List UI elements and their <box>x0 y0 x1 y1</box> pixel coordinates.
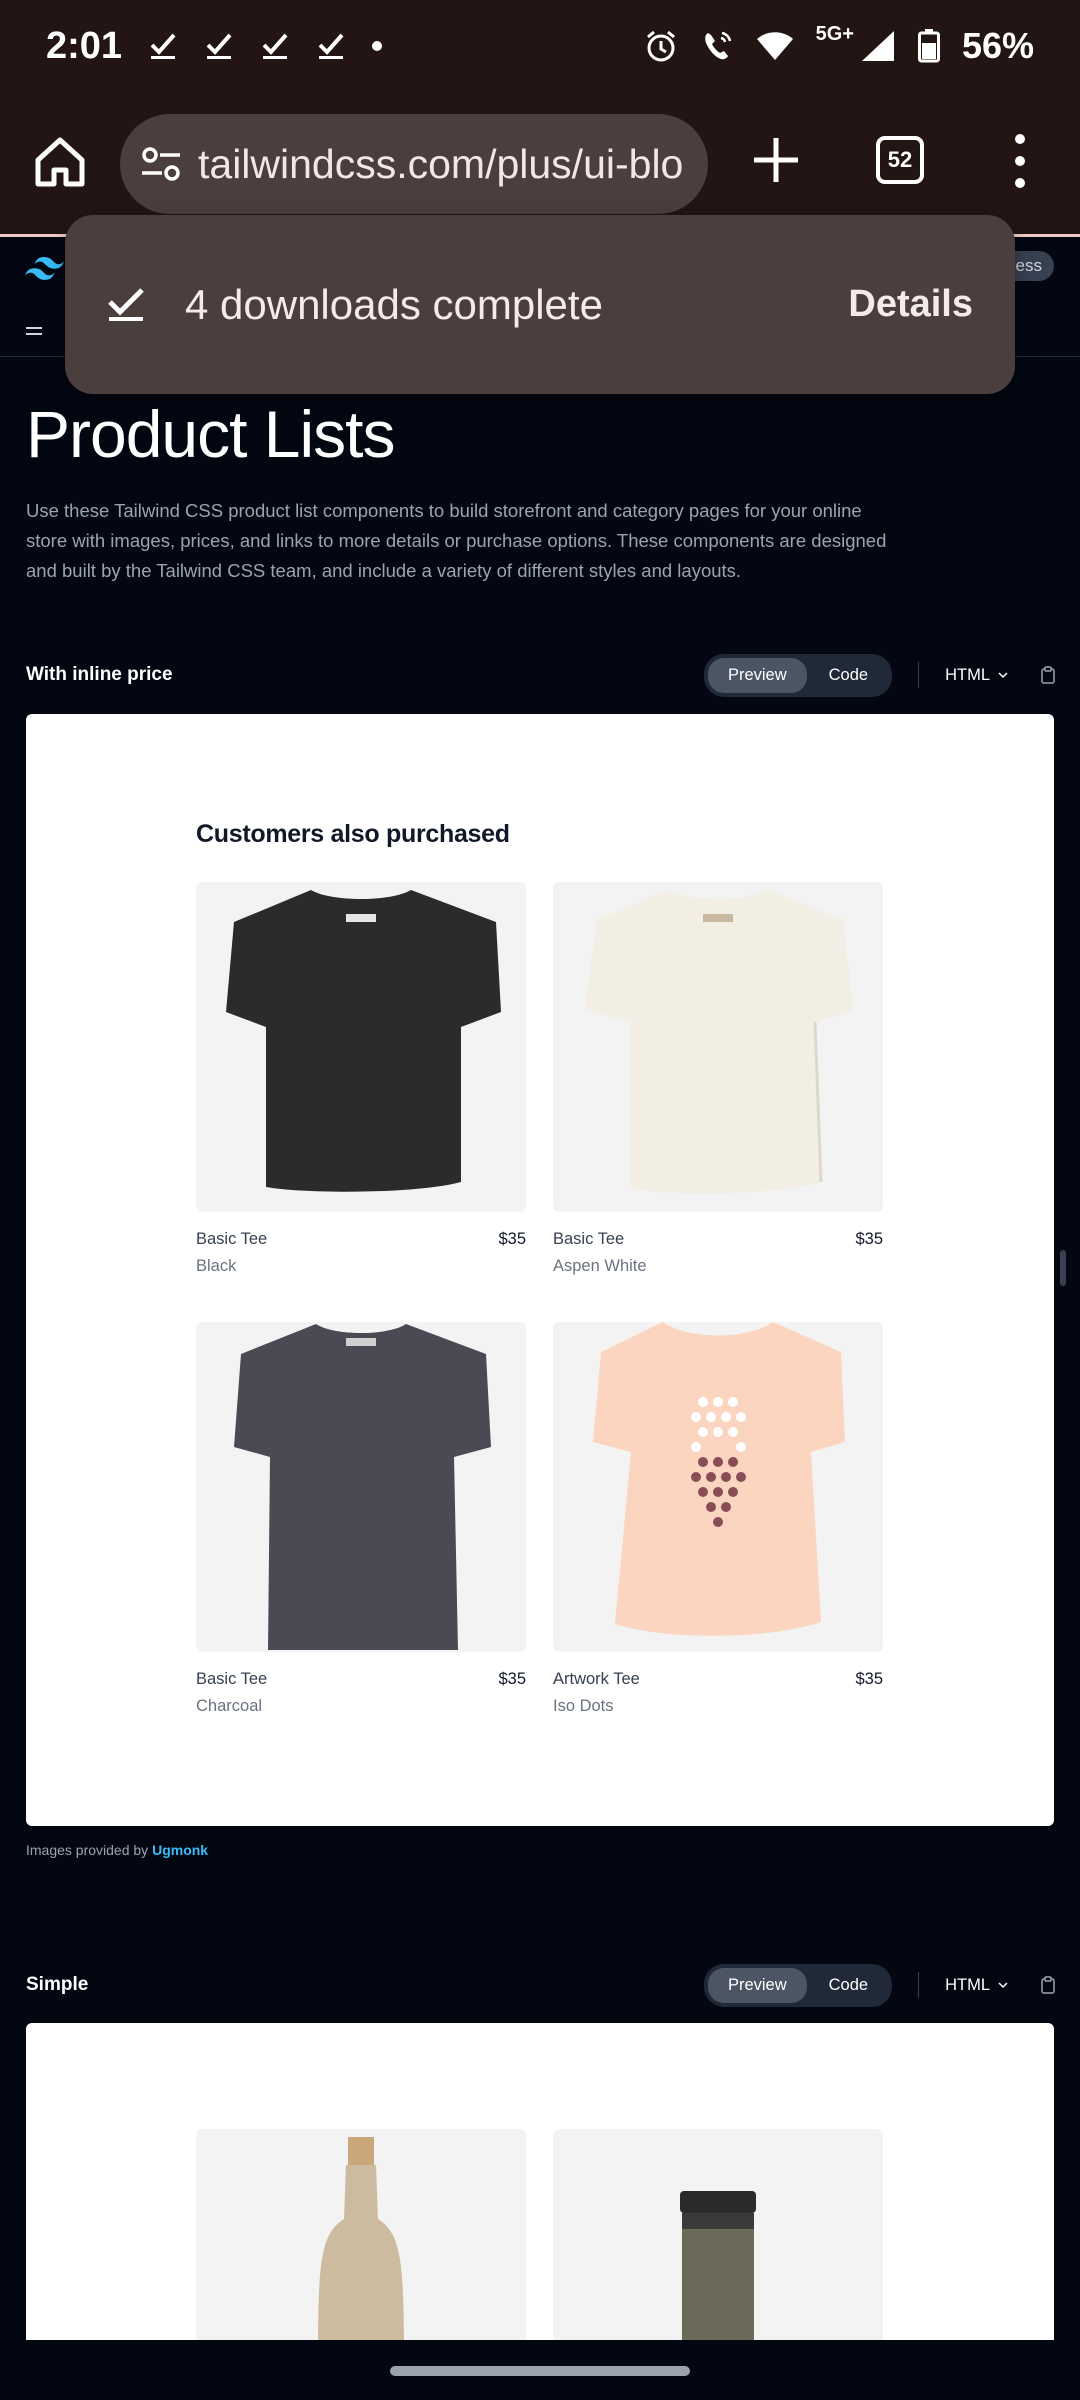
snackbar-details-button[interactable]: Details <box>848 283 973 326</box>
page-intro: Use these Tailwind CSS product list comp… <box>26 500 887 581</box>
wifi-calling-icon <box>704 31 731 60</box>
preview-tab[interactable]: Preview <box>707 1967 807 2003</box>
battery-level: 56% <box>961 25 1034 66</box>
artwork-tee-image <box>593 1322 845 1636</box>
white-tee-image <box>585 890 853 1194</box>
product-image[interactable] <box>196 882 526 1212</box>
language-label: HTML <box>945 665 990 684</box>
home-icon[interactable] <box>30 132 90 192</box>
product-price: $35 <box>498 1230 526 1248</box>
gesture-bar[interactable] <box>390 2366 690 2376</box>
product-image[interactable] <box>553 2129 883 2340</box>
product-image[interactable] <box>196 2129 526 2340</box>
status-left: 2:01 <box>46 24 383 68</box>
status-right: 5G+ 56% <box>644 22 1034 67</box>
product-list-heading: Customers also purchased <box>196 820 510 848</box>
clipboard-icon[interactable] <box>1040 1976 1056 1994</box>
clipboard-icon[interactable] <box>1040 666 1056 684</box>
credit-prefix: Images provided by <box>26 1842 153 1858</box>
product-name[interactable]: Basic Tee <box>196 1670 267 1689</box>
product-card[interactable]: Basic Tee $35 Aspen White <box>553 882 883 1276</box>
product-price: $35 <box>855 1670 883 1688</box>
code-tab[interactable]: Code <box>809 658 888 693</box>
url-text[interactable]: tailwindcss.com/plus/ui-blo <box>198 141 683 188</box>
divider <box>918 662 920 688</box>
code-tab[interactable]: Code <box>809 1968 888 2003</box>
product-image[interactable] <box>553 882 883 1212</box>
product-color: Black <box>196 1257 237 1275</box>
product-row: Basic Tee $35 <box>196 1670 526 1689</box>
product-color: Charcoal <box>196 1697 263 1715</box>
download-check-icon <box>262 33 288 59</box>
charcoal-tee-image <box>234 1324 491 1650</box>
download-complete-icon <box>108 287 144 321</box>
product-card[interactable]: Artwork Tee $35 Iso Dots <box>553 1322 883 1716</box>
tab-count: 52 <box>887 147 913 172</box>
language-select[interactable]: HTML <box>945 666 1008 685</box>
product-row: Basic Tee $35 <box>553 1230 883 1249</box>
snackbar-message: 4 downloads complete <box>185 280 603 328</box>
battery-icon <box>917 29 940 63</box>
chevron-down-icon <box>998 1982 1008 1989</box>
tab-switcher-button[interactable]: 52 <box>876 136 924 184</box>
status-bar: 2:01 5G+ 56% <box>0 0 1080 92</box>
image-credit: Images provided by Ugmonk <box>26 1842 208 1858</box>
download-check-icon <box>318 33 344 59</box>
black-tee-image <box>226 890 501 1192</box>
scrollbar-thumb[interactable] <box>1060 1250 1066 1286</box>
product-price: $35 <box>498 1670 526 1688</box>
section-header: With inline price Preview Code HTML <box>26 653 1056 697</box>
signal-icon <box>861 31 894 61</box>
product-name[interactable]: Basic Tee <box>553 1230 624 1249</box>
product-name[interactable]: Artwork Tee <box>553 1670 640 1689</box>
menu-icon[interactable] <box>26 325 42 337</box>
downloads-snackbar: 4 downloads complete Details <box>65 215 1015 394</box>
download-check-icon <box>206 33 232 59</box>
component-preview <box>26 2023 1054 2340</box>
product-row: Basic Tee $35 <box>196 1230 526 1249</box>
view-toggle: Preview Code <box>703 653 893 697</box>
section-title: With inline price <box>26 664 173 685</box>
page-title: Product Lists <box>26 397 395 471</box>
product-row: Artwork Tee $35 <box>553 1670 883 1689</box>
preview-tab[interactable]: Preview <box>707 657 807 693</box>
site-settings-icon[interactable] <box>138 141 184 187</box>
divider <box>918 1972 920 1998</box>
alarm-icon <box>646 30 675 62</box>
wifi-icon <box>756 32 793 60</box>
product-price: $35 <box>855 1230 883 1248</box>
section-header: Simple Preview Code HTML <box>26 1963 1056 2007</box>
chevron-down-icon <box>998 672 1008 679</box>
product-color: Iso Dots <box>553 1697 614 1715</box>
new-tab-icon[interactable] <box>750 134 802 186</box>
view-toggle: Preview Code <box>703 1963 893 2007</box>
product-image[interactable] <box>196 1322 526 1652</box>
ugmonk-link[interactable]: Ugmonk <box>152 1842 208 1858</box>
product-name[interactable]: Basic Tee <box>196 1230 267 1249</box>
notification-dot-icon <box>372 41 383 51</box>
component-preview: Customers also purchased Basic Tee $35 B… <box>26 714 1054 1826</box>
product-card[interactable]: Basic Tee $35 Charcoal <box>196 1322 526 1716</box>
tumbler-image <box>680 2191 756 2340</box>
product-image[interactable] <box>553 1322 883 1652</box>
language-select[interactable]: HTML <box>945 1976 1008 1995</box>
section-title: Simple <box>26 1974 89 1995</box>
access-badge-label: ess <box>1015 256 1042 275</box>
more-menu-icon[interactable] <box>1010 134 1030 188</box>
language-label: HTML <box>945 1975 990 1994</box>
network-type: 5G+ <box>815 22 854 45</box>
product-card[interactable]: Basic Tee $35 Black <box>196 882 526 1276</box>
product-color: Aspen White <box>553 1257 647 1275</box>
address-bar[interactable]: tailwindcss.com/plus/ui-blo <box>120 114 708 214</box>
tailwind-logo-icon[interactable] <box>24 255 64 281</box>
download-check-icon <box>150 33 176 59</box>
bottle-image <box>318 2137 404 2340</box>
status-time: 2:01 <box>46 24 123 67</box>
